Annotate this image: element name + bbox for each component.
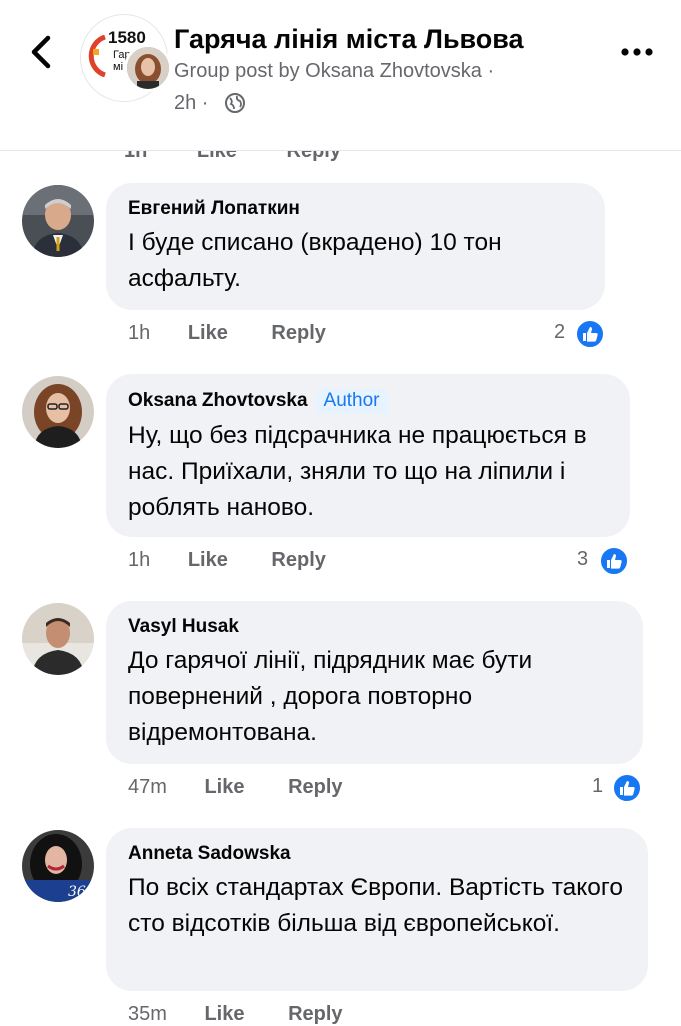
comment-time[interactable]: 1h: [128, 549, 150, 571]
comment-time[interactable]: 35m: [128, 1003, 167, 1025]
comment-time[interactable]: 1h: [128, 322, 150, 344]
group-name[interactable]: Гаряча лінія міста Львова: [174, 24, 524, 55]
reaction-number: 2: [554, 321, 566, 343]
comment-actions: 35m Like Reply: [128, 1003, 381, 1026]
like-link[interactable]: Like: [204, 776, 244, 798]
commenter-name[interactable]: Oksana Zhovtovska: [128, 390, 308, 411]
reaction-number: 1: [592, 775, 604, 797]
like-link[interactable]: Like: [188, 322, 228, 344]
group-logo-mark-icon: [88, 35, 106, 77]
avatar-image: [22, 185, 94, 257]
comment-text: По всіх стандартах Європи. Вартість тако…: [128, 874, 623, 937]
commenter-avatar[interactable]: 360: [22, 830, 94, 902]
avatar-image: [22, 603, 94, 675]
reaction-count[interactable]: 3: [577, 546, 637, 576]
commenter-name[interactable]: Vasyl Husak: [128, 615, 621, 639]
poster-avatar[interactable]: [124, 44, 172, 92]
commenter-avatar[interactable]: [22, 185, 94, 257]
comment-bubble: Oksana Zhovtovska Author Ну, що без підср…: [106, 374, 630, 537]
comment-text: І буде списано (вкрадено) 10 тон асфальт…: [128, 229, 502, 292]
comment-time[interactable]: 47m: [128, 776, 167, 798]
svg-text:360: 360: [68, 884, 94, 900]
commenter-avatar[interactable]: [22, 603, 94, 675]
author-badge: Author: [315, 388, 388, 414]
post-time: 2h ·: [174, 92, 209, 114]
comment-text: До гарячої лінії, підрядник має бути пов…: [128, 647, 533, 746]
comment-actions: 1h Like Reply: [128, 549, 364, 572]
like-link[interactable]: Like: [204, 1003, 244, 1025]
comment-bubble: Vasyl Husak До гарячої лінії, підрядник …: [106, 601, 643, 764]
reaction-number: 3: [577, 548, 589, 570]
comment-text: Ну, що без підсрачника не працюється в н…: [128, 422, 587, 521]
like-reaction-icon: [575, 319, 605, 349]
commenter-name[interactable]: Евгений Лопаткин: [128, 197, 583, 221]
avatar-image: [22, 376, 94, 448]
commenter-name-row: Oksana Zhovtovska Author: [128, 388, 608, 414]
like-link[interactable]: Like: [188, 549, 228, 571]
reply-link[interactable]: Reply: [271, 549, 325, 571]
like-reaction-icon: [612, 773, 642, 803]
comment-actions: 1h Like Reply: [128, 322, 364, 345]
commenter-name[interactable]: Anneta Sadowska: [128, 842, 626, 866]
reaction-count[interactable]: 1: [592, 773, 652, 803]
reaction-count[interactable]: 2: [553, 319, 613, 349]
like-reaction-icon: [599, 546, 629, 576]
comment-bubble: Anneta Sadowska По всіх стандартах Європ…: [106, 828, 648, 991]
reply-link[interactable]: Reply: [288, 1003, 342, 1025]
comment-actions: 47m Like Reply: [128, 776, 381, 799]
back-chevron-icon[interactable]: [22, 28, 62, 76]
commenter-avatar[interactable]: [22, 376, 94, 448]
post-subtitle[interactable]: Group post by Oksana Zhovtovska ·: [174, 60, 494, 83]
more-options-icon[interactable]: [618, 40, 656, 64]
post-header: 1580 Гар мі Гаряча лінія міста Львова Gr…: [0, 0, 681, 151]
comment-bubble: Евгений Лопаткин І буде списано (вкраден…: [106, 183, 605, 310]
reply-link[interactable]: Reply: [288, 776, 342, 798]
avatar-image: 360: [22, 830, 94, 902]
poster-avatar-image: [127, 47, 169, 89]
reply-link[interactable]: Reply: [271, 322, 325, 344]
globe-icon: [225, 93, 245, 113]
